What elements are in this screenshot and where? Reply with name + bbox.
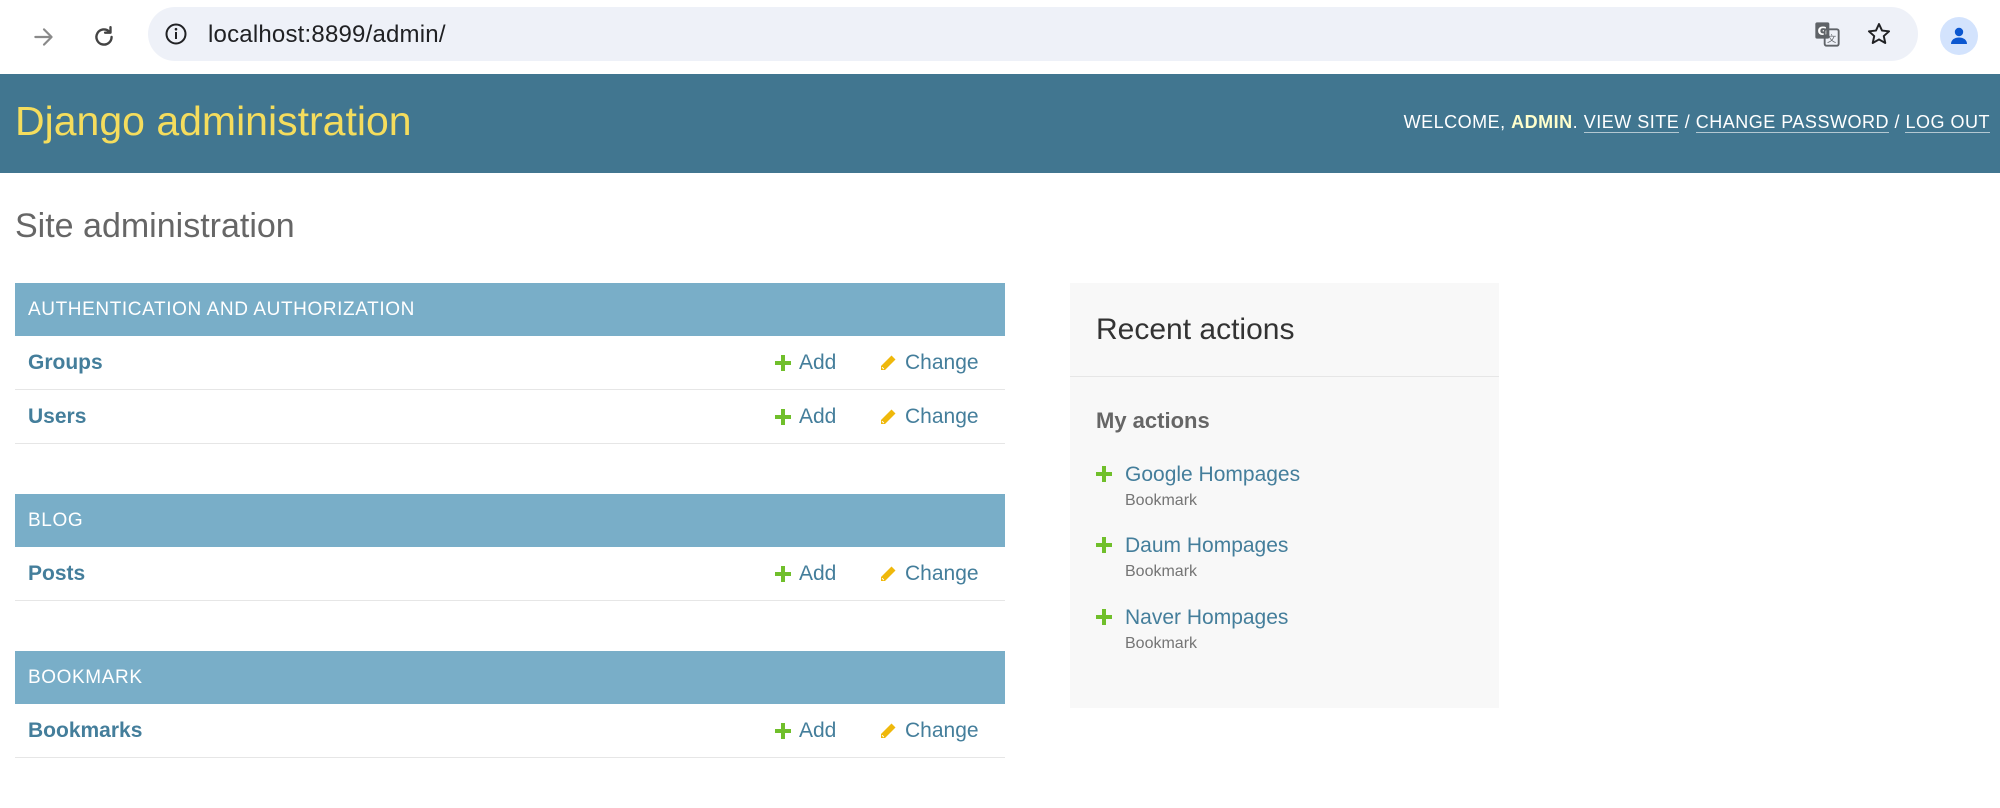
change-label: Change bbox=[905, 718, 979, 742]
change-label: Change bbox=[905, 404, 979, 428]
plus-icon bbox=[775, 565, 791, 582]
welcome-text: Welcome, bbox=[1403, 112, 1506, 132]
add-link[interactable]: Add bbox=[775, 405, 836, 429]
log-out-link[interactable]: Log out bbox=[1905, 112, 1990, 133]
add-label: Add bbox=[799, 561, 837, 585]
app-list: Authentication and Authorization Groups … bbox=[15, 283, 1005, 808]
recent-actions-panel: Recent actions My actions Google Hompage… bbox=[1070, 283, 1499, 708]
plus-icon bbox=[775, 354, 791, 371]
divider bbox=[1070, 376, 1499, 377]
plus-icon bbox=[1096, 609, 1112, 625]
model-row-bookmarks: Bookmarks Add Change bbox=[15, 704, 1005, 758]
separator: / bbox=[1894, 112, 1900, 132]
site-info-button[interactable] bbox=[162, 20, 190, 48]
svg-text:G: G bbox=[1818, 24, 1828, 38]
reload-icon bbox=[95, 26, 113, 46]
admin-header: Django administration Welcome, admin. Vi… bbox=[0, 74, 2000, 173]
url-text[interactable]: localhost:8899/admin/ bbox=[208, 21, 446, 49]
recent-action-link[interactable]: Naver Hompages bbox=[1125, 606, 1288, 630]
change-link[interactable]: Change bbox=[879, 562, 979, 586]
recent-action-type: Bookmark bbox=[1125, 563, 1198, 580]
add-label: Add bbox=[799, 718, 837, 742]
recent-actions-title: Recent actions bbox=[1096, 313, 1295, 346]
username: admin bbox=[1511, 112, 1573, 132]
view-site-link[interactable]: View site bbox=[1583, 112, 1680, 133]
pencil-icon bbox=[881, 723, 896, 738]
module-caption[interactable]: Authentication and Authorization bbox=[15, 283, 1005, 336]
model-link[interactable]: Posts bbox=[28, 562, 85, 586]
recent-action-type: Bookmark bbox=[1125, 635, 1198, 652]
arrow-right-icon bbox=[34, 28, 53, 46]
profile-icon bbox=[1951, 27, 1967, 44]
module-caption[interactable]: Blog bbox=[15, 494, 1005, 547]
profile-button[interactable] bbox=[1940, 17, 1978, 55]
browser-toolbar: localhost:8899/admin/ G 文 bbox=[0, 0, 2000, 74]
change-label: Change bbox=[905, 561, 979, 585]
recent-action-link[interactable]: Daum Hompages bbox=[1125, 534, 1288, 558]
module-caption[interactable]: Bookmark bbox=[15, 651, 1005, 704]
add-link[interactable]: Add bbox=[775, 351, 836, 375]
module-auth: Authentication and Authorization Groups … bbox=[15, 283, 1005, 444]
plus-icon bbox=[775, 722, 791, 739]
pencil-icon bbox=[881, 355, 896, 370]
model-row-users: Users Add Change bbox=[15, 390, 1005, 444]
change-link[interactable]: Change bbox=[879, 719, 979, 743]
reload-button[interactable] bbox=[80, 13, 128, 61]
plus-icon bbox=[1096, 466, 1112, 482]
translate-icon: G 文 bbox=[1815, 22, 1840, 47]
my-actions-heading: My actions bbox=[1096, 408, 1210, 433]
page-title: Site administration bbox=[15, 207, 295, 245]
add-label: Add bbox=[799, 404, 837, 428]
star-icon bbox=[1867, 23, 1891, 44]
change-label: Change bbox=[905, 350, 979, 374]
model-row-groups: Groups Add Change bbox=[15, 336, 1005, 390]
plus-icon bbox=[775, 408, 791, 425]
add-link[interactable]: Add bbox=[775, 562, 836, 586]
user-tools: Welcome, admin. View site / Change passw… bbox=[1403, 112, 1990, 133]
recent-action-type: Bookmark bbox=[1125, 492, 1198, 509]
add-label: Add bbox=[799, 350, 837, 374]
bookmark-star-button[interactable] bbox=[1864, 19, 1894, 49]
translate-button[interactable]: G 文 bbox=[1812, 19, 1842, 49]
info-icon bbox=[165, 23, 187, 45]
module-blog: Blog Posts Add Change bbox=[15, 494, 1005, 601]
change-link[interactable]: Change bbox=[879, 351, 979, 375]
forward-button[interactable] bbox=[20, 13, 68, 61]
model-link[interactable]: Groups bbox=[28, 351, 103, 375]
pencil-icon bbox=[881, 566, 896, 581]
model-link[interactable]: Bookmarks bbox=[28, 719, 142, 743]
model-link[interactable]: Users bbox=[28, 405, 86, 429]
module-bookmark: Bookmark Bookmarks Add Change bbox=[15, 651, 1005, 758]
recent-action-link[interactable]: Google Hompages bbox=[1125, 463, 1300, 487]
svg-text:文: 文 bbox=[1827, 33, 1836, 45]
pencil-icon bbox=[881, 409, 896, 424]
separator: / bbox=[1684, 112, 1691, 132]
change-password-link[interactable]: Change password bbox=[1695, 112, 1889, 133]
address-bar[interactable]: localhost:8899/admin/ G 文 bbox=[148, 7, 1918, 61]
add-link[interactable]: Add bbox=[775, 719, 836, 743]
model-row-posts: Posts Add Change bbox=[15, 547, 1005, 601]
plus-icon bbox=[1096, 537, 1112, 553]
site-branding[interactable]: Django administration bbox=[15, 98, 412, 145]
change-link[interactable]: Change bbox=[879, 405, 979, 429]
